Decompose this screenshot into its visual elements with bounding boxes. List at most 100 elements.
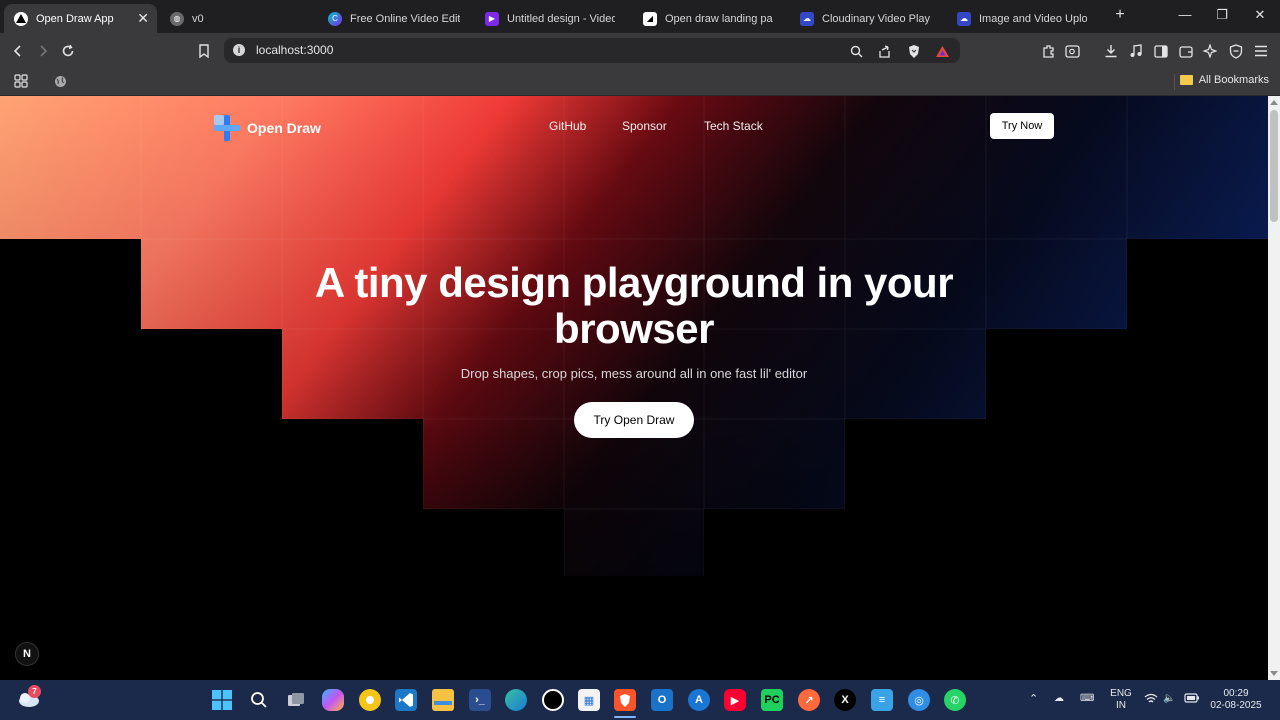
- extensions-icon[interactable]: [1038, 41, 1058, 61]
- keyboard-icon[interactable]: ⌨: [1080, 693, 1094, 705]
- powershell-icon[interactable]: ›_: [469, 689, 491, 711]
- vscode-icon[interactable]: [395, 689, 417, 711]
- try-now-button[interactable]: Try Now: [990, 113, 1054, 139]
- chatgpt-icon[interactable]: [542, 689, 564, 711]
- tab-v0[interactable]: ◍ v0: [160, 4, 310, 33]
- copilot-icon[interactable]: [322, 689, 344, 711]
- nextjs-dev-badge[interactable]: N: [15, 642, 39, 666]
- edge-icon[interactable]: [505, 689, 527, 711]
- reader-icon[interactable]: [1062, 41, 1082, 61]
- language-top: ENG: [1110, 688, 1132, 699]
- file-explorer-icon[interactable]: [432, 689, 454, 711]
- pycharm-icon[interactable]: PC: [761, 689, 783, 711]
- microsoft-store-icon[interactable]: ▦: [578, 689, 600, 711]
- onedrive-icon[interactable]: ☁: [1054, 693, 1064, 705]
- brand-logo[interactable]: Open Draw: [213, 114, 321, 142]
- media-icon[interactable]: [1126, 41, 1146, 61]
- notepad-icon[interactable]: ≡: [871, 689, 893, 711]
- tab-label: Free Online Video Editor &: [350, 12, 460, 25]
- task-view-icon[interactable]: [285, 689, 307, 711]
- tab-label: v0: [192, 12, 204, 25]
- battery-icon[interactable]: [1184, 693, 1200, 707]
- bookmarks-bar: All Bookmarks: [0, 68, 1280, 96]
- active-app-indicator: [614, 716, 636, 718]
- brave-rewards-icon[interactable]: [932, 41, 952, 61]
- tab-cloudinary-upload[interactable]: ☁ Image and Video Upload,: [947, 4, 1097, 33]
- globe-icon: ◍: [170, 11, 184, 26]
- maps-globe-icon[interactable]: ◎: [908, 689, 930, 711]
- all-bookmarks-button[interactable]: All Bookmarks: [1179, 74, 1269, 86]
- vercel-icon: ◢: [643, 11, 657, 26]
- tab-untitled-design[interactable]: ▶ Untitled design - Video: [475, 4, 625, 33]
- tab-open-draw-app[interactable]: Open Draw App ✕: [4, 4, 157, 33]
- cloudinary-icon: ☁: [800, 11, 814, 26]
- wallet-icon[interactable]: [1176, 41, 1196, 61]
- maximize-icon[interactable]: ❐: [1212, 7, 1232, 23]
- whatsapp-icon[interactable]: ✆: [944, 689, 966, 711]
- nav-link-sponsor[interactable]: Sponsor: [622, 119, 667, 133]
- new-tab-icon[interactable]: +: [1110, 6, 1130, 24]
- postman-icon[interactable]: ↗: [798, 689, 820, 711]
- vpn-icon[interactable]: [1226, 41, 1246, 61]
- hero-subheadline: Drop shapes, crop pics, mess around all …: [460, 366, 808, 381]
- tab-video-editor[interactable]: C Free Online Video Editor &: [318, 4, 470, 33]
- scroll-up-icon[interactable]: [1270, 100, 1278, 105]
- youtube-icon[interactable]: ▶: [724, 689, 746, 711]
- bookmark-icon[interactable]: [194, 41, 214, 61]
- clock[interactable]: 00:29 02-08-2025: [1204, 688, 1268, 712]
- tray-chevron-icon[interactable]: ⌃: [1029, 693, 1038, 705]
- menu-icon[interactable]: [1251, 41, 1271, 61]
- weather-widget-icon[interactable]: 7: [16, 685, 41, 710]
- minimize-icon[interactable]: —: [1175, 7, 1195, 22]
- bookmarks-divider: [1174, 74, 1175, 90]
- outlook-icon[interactable]: O: [651, 689, 673, 711]
- reload-icon[interactable]: [58, 41, 78, 61]
- sidebar-icon[interactable]: [1151, 41, 1171, 61]
- open-draw-logo-icon: [214, 115, 240, 141]
- close-window-icon[interactable]: ✕: [1250, 7, 1270, 23]
- app-store-a-icon[interactable]: A: [688, 689, 710, 711]
- forward-icon[interactable]: [33, 41, 53, 61]
- brave-shield-icon[interactable]: [904, 41, 924, 61]
- scroll-down-icon[interactable]: [1270, 671, 1278, 676]
- x-icon[interactable]: X: [834, 689, 856, 711]
- address-bar[interactable]: i localhost:3000: [224, 38, 960, 63]
- windows-taskbar: 7 ›_ ▦ O A ▶ PC ↗ X ≡ ◎ ✆ ⌃ ☁ ⌨ ENG IN 🔈: [0, 680, 1280, 720]
- search-icon[interactable]: [248, 689, 270, 711]
- tab-cloudinary-player[interactable]: ☁ Cloudinary Video Player E: [790, 4, 940, 33]
- nav-link-tech-stack[interactable]: Tech Stack: [704, 119, 763, 133]
- language-indicator[interactable]: ENG IN: [1109, 688, 1133, 712]
- site-info-icon[interactable]: i: [233, 44, 245, 56]
- close-tab-icon[interactable]: ✕: [137, 10, 149, 27]
- share-icon[interactable]: [874, 41, 894, 61]
- language-bottom: IN: [1116, 700, 1126, 711]
- zoom-icon[interactable]: [846, 41, 866, 61]
- wifi-icon[interactable]: [1144, 693, 1158, 708]
- hero-headline: A tiny design playground in your browser: [314, 259, 954, 352]
- url-text[interactable]: localhost:3000: [256, 43, 333, 57]
- canva-video-icon: ▶: [485, 11, 499, 26]
- cloudinary-icon: ☁: [957, 11, 971, 26]
- back-icon[interactable]: [8, 41, 28, 61]
- notification-count: 7: [28, 685, 41, 698]
- tab-landing-page[interactable]: ◢ Open draw landing page: [633, 4, 783, 33]
- download-icon[interactable]: [1101, 41, 1121, 61]
- globe-bookmark-icon[interactable]: [50, 71, 70, 91]
- browser-toolbar: i localhost:3000: [0, 33, 1280, 68]
- nav-link-github[interactable]: GitHub: [549, 119, 586, 133]
- clock-time: 00:29: [1223, 688, 1249, 699]
- page-scrollbar[interactable]: [1268, 96, 1280, 680]
- folder-icon: [1179, 75, 1193, 85]
- leo-ai-icon[interactable]: [1200, 41, 1220, 61]
- page-viewport: Open Draw GitHub Sponsor Tech Stack Try …: [0, 96, 1268, 680]
- brave-browser-icon[interactable]: [614, 689, 636, 711]
- tab-strip: Open Draw App ✕ ◍ v0 C Free Online Video…: [0, 0, 1280, 33]
- apps-grid-icon[interactable]: [11, 71, 31, 91]
- try-open-draw-button[interactable]: Try Open Draw: [574, 402, 694, 438]
- volume-icon[interactable]: 🔈: [1163, 693, 1175, 705]
- scroll-thumb[interactable]: [1270, 110, 1278, 222]
- start-icon[interactable]: [211, 689, 233, 711]
- hero-gradient-background: [0, 96, 1268, 576]
- chrome-canary-icon[interactable]: [359, 689, 381, 711]
- canva-icon: C: [328, 11, 342, 26]
